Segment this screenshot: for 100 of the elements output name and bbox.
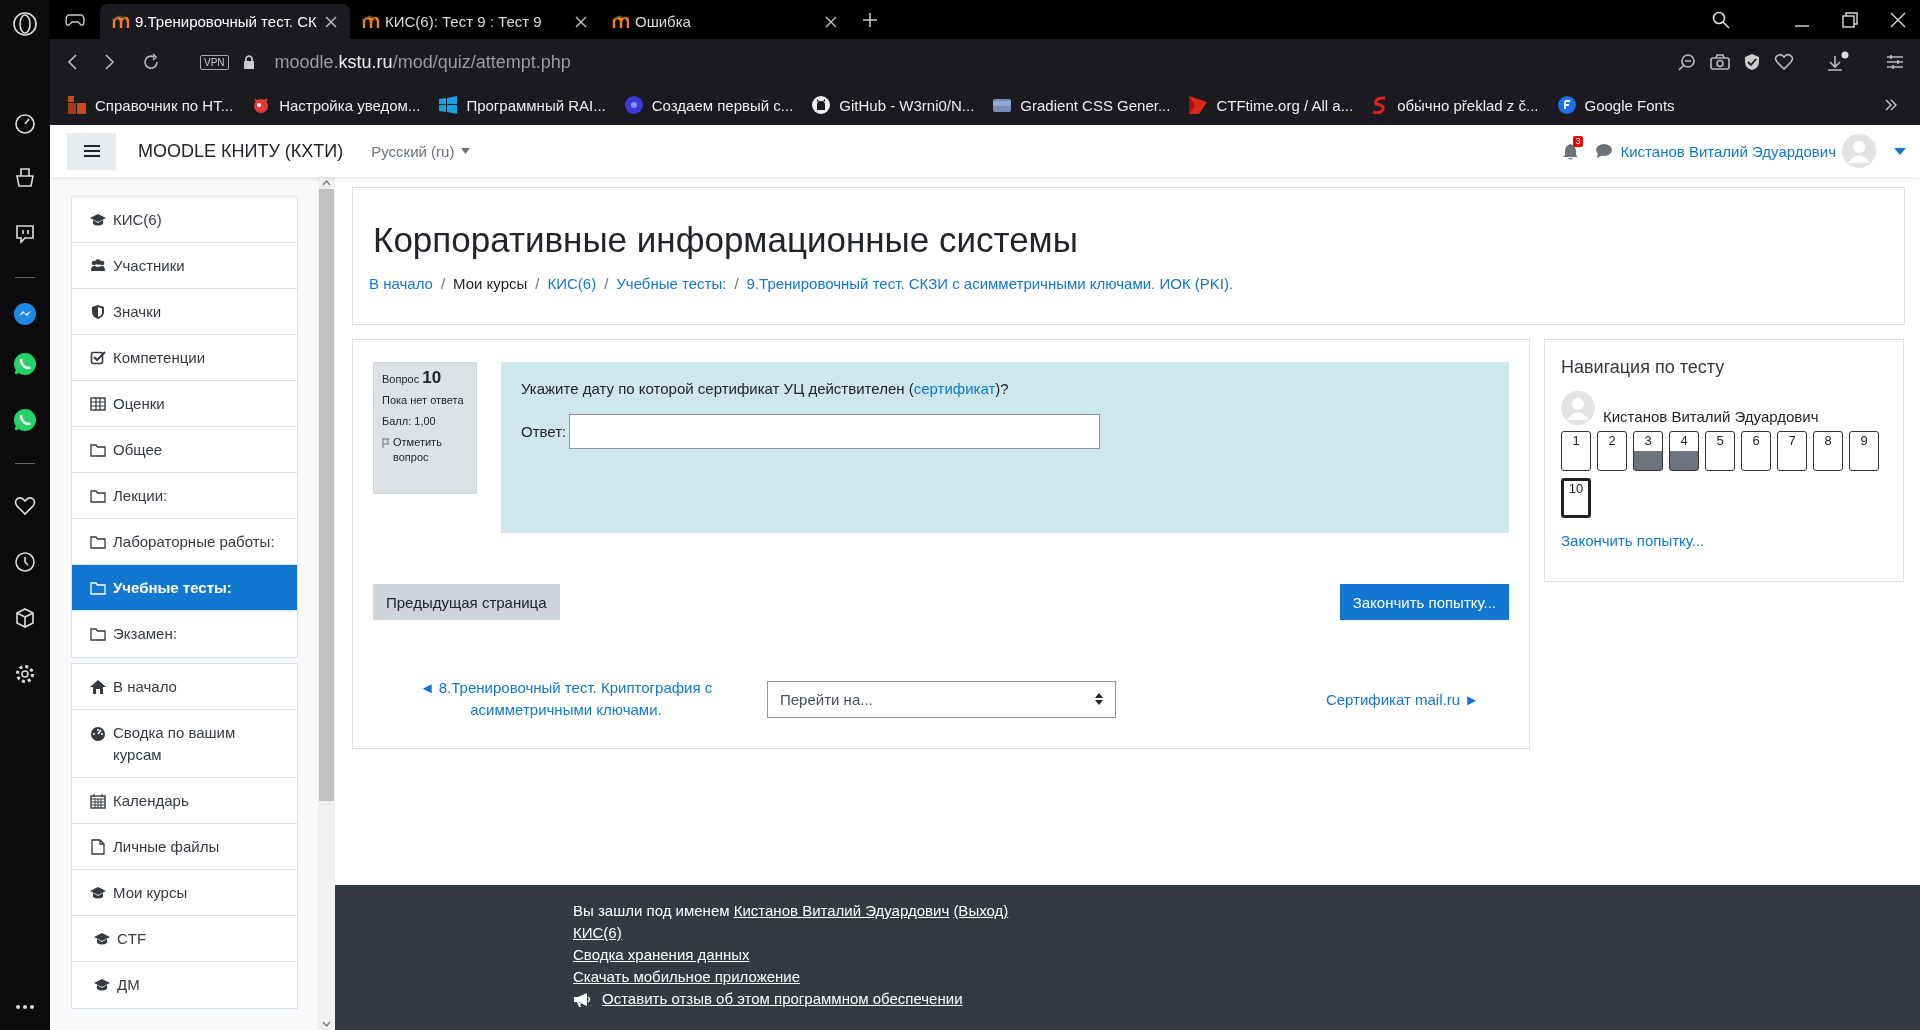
question-button[interactable]: 1 (1561, 431, 1591, 471)
heart-icon[interactable] (1774, 53, 1794, 71)
question-button[interactable]: 10 (1561, 478, 1591, 518)
back-icon[interactable] (66, 53, 78, 71)
bookmark[interactable]: Gradient CSS Gener... (993, 96, 1171, 114)
question-button[interactable]: 6 (1741, 431, 1771, 471)
nav-item[interactable]: Оценки (72, 381, 297, 427)
footer-link[interactable]: КИС(6) (573, 922, 622, 944)
browser-tab[interactable]: 9.Тренировочный тест. СК (100, 4, 350, 39)
bookmark[interactable]: обы́чно překlad z č... (1372, 96, 1539, 114)
language-menu[interactable]: Русский (ru) (371, 142, 471, 160)
chat-bubble-icon[interactable] (14, 222, 36, 245)
phone-bubble-icon[interactable] (12, 351, 38, 377)
close-icon[interactable] (824, 14, 838, 29)
footer-link[interactable]: Сводка хранения данных (573, 944, 750, 966)
gamepad-icon[interactable] (65, 12, 85, 27)
user-link[interactable]: Кистанов Виталий Эдуардович (733, 902, 950, 919)
ring-logo-icon[interactable] (12, 11, 38, 37)
finish-attempt-link[interactable]: Закончить попытку... (1561, 532, 1705, 549)
bell-icon[interactable] (1562, 142, 1578, 160)
footer-link[interactable]: Скачать мобильное приложение (573, 966, 801, 988)
finish-attempt-button[interactable]: Закончить попытку... (1339, 584, 1509, 620)
feedback-link[interactable]: Оставить отзыв об этом программном обеспечении (602, 988, 963, 1010)
nav-item[interactable]: Компетенции (72, 335, 297, 381)
restore-icon[interactable] (1842, 11, 1858, 28)
heart-icon[interactable] (14, 496, 36, 516)
next-activity-link[interactable]: Сертификат mail.ru ► (1325, 690, 1479, 708)
download-icon[interactable] (1826, 51, 1850, 73)
question-link[interactable]: сертификат (913, 380, 996, 397)
nav-item[interactable]: ДМ (72, 962, 297, 1008)
forward-icon[interactable] (104, 53, 116, 71)
clock-icon[interactable] (14, 551, 36, 573)
previous-page-button[interactable]: Предыдущая страница (373, 584, 560, 620)
nav-item[interactable]: КИС(6) (72, 197, 297, 243)
chat-icon[interactable] (1595, 144, 1612, 158)
bookmark[interactable]: Программный RAI... (439, 96, 606, 114)
more-icon[interactable] (15, 1004, 35, 1010)
nav-item[interactable]: В начало (72, 664, 297, 710)
bookmark[interactable]: GitHub - W3rni0/N... (812, 96, 975, 114)
answer-field[interactable] (569, 414, 1101, 449)
close-icon[interactable] (1890, 11, 1906, 28)
breadcrumb-link[interactable]: КИС(6) (547, 275, 597, 292)
bookmark[interactable]: Справочник по НТ... (68, 96, 234, 114)
nav-item[interactable]: Личные файлы (72, 824, 297, 870)
browser-tab[interactable]: КИС(6): Тест 9 : Тест 9 (350, 4, 600, 39)
sliders-icon[interactable] (1886, 54, 1904, 70)
nav-item[interactable]: Календарь (72, 778, 297, 824)
bookmark[interactable]: Настройка уведом... (252, 96, 421, 114)
camera-icon[interactable] (1710, 54, 1730, 70)
menu-button[interactable] (67, 132, 116, 170)
bookmark[interactable]: CTFtime.org / All a... (1189, 96, 1354, 114)
bookmark[interactable]: Google Fonts (1557, 96, 1675, 114)
phone-bubble-icon[interactable] (12, 407, 38, 433)
nav-item[interactable]: Значки (72, 289, 297, 335)
cube-icon[interactable] (14, 607, 36, 629)
shield-icon[interactable] (1744, 53, 1760, 71)
breadcrumb-link[interactable]: Учебные тесты: (616, 275, 727, 292)
caret-icon[interactable] (1894, 147, 1906, 155)
flag-icon (1189, 96, 1208, 114)
nav-item[interactable]: CTF (72, 916, 297, 962)
bookmark[interactable]: Создаем первый с... (624, 96, 794, 114)
nav-item[interactable]: Сводка по вашим курсам (72, 710, 297, 778)
settings-icon[interactable] (14, 663, 36, 685)
user-name[interactable]: Кистанов Виталий Эдуардович (1620, 142, 1836, 160)
basket-icon[interactable] (14, 165, 36, 188)
close-icon[interactable] (574, 14, 588, 29)
address-field[interactable]: moodle.kstu.ru/mod/quiz/attempt.php (274, 51, 571, 73)
zoom-out-icon[interactable] (1678, 53, 1696, 71)
browser-tab[interactable]: Ошибка (600, 4, 850, 39)
flag-question-link[interactable]: Отметить вопрос (382, 435, 468, 465)
question-button[interactable]: 4 (1669, 431, 1699, 471)
folder-icon (90, 626, 106, 642)
question-button[interactable]: 7 (1777, 431, 1807, 471)
question-button[interactable]: 2 (1597, 431, 1627, 471)
logout-link[interactable]: (Выход) (953, 902, 1009, 919)
question-button[interactable]: 9 (1849, 431, 1879, 471)
nav-item[interactable]: Мои курсы (72, 870, 297, 916)
search-icon[interactable] (1712, 10, 1730, 29)
plus-icon[interactable] (862, 11, 878, 28)
menu-icon (83, 144, 100, 158)
previous-activity-link[interactable]: ◄ 8.Тренировочный тест. Криптография с асимметричными ключами. (401, 677, 731, 721)
breadcrumb-link[interactable]: В начало (369, 275, 433, 292)
site-name[interactable]: MOODLE КНИТУ (КХТИ) (138, 140, 344, 162)
jump-select[interactable]: Перейти на... (767, 680, 1116, 718)
nav-item[interactable]: Участники (72, 243, 297, 289)
vpn-badge[interactable]: VPN (200, 54, 229, 70)
chevrons-icon[interactable] (1884, 99, 1898, 111)
scrollbar[interactable] (318, 177, 335, 1030)
lightning-bubble-icon[interactable] (13, 302, 37, 326)
question-button[interactable]: 5 (1705, 431, 1735, 471)
question-button[interactable]: 8 (1813, 431, 1843, 471)
reload-icon[interactable] (142, 53, 160, 71)
close-icon[interactable] (324, 14, 338, 29)
nav-item[interactable]: Учебные тесты: (72, 565, 297, 611)
nav-item[interactable]: Общее (72, 427, 297, 473)
gauge-icon[interactable] (14, 113, 36, 135)
breadcrumb-link[interactable]: 9.Тренировочный тест. СКЗИ с асимметричными ключами. ИОК (PKI). (746, 275, 1234, 292)
nav-item[interactable]: Экзамен: (72, 611, 297, 657)
question-button[interactable]: 3 (1633, 431, 1663, 471)
nav-item[interactable]: Лекции: (72, 473, 297, 519)
